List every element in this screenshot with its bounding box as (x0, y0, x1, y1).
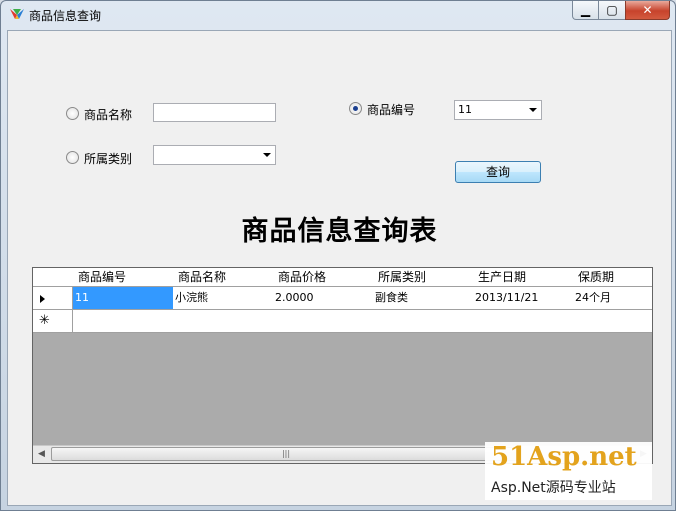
column-header[interactable]: 所属类别 (373, 268, 474, 287)
radio-category-label: 所属类别 (84, 152, 133, 166)
close-icon: ✕ (642, 3, 653, 17)
window-title: 商品信息查询 (29, 9, 102, 23)
minimize-button[interactable]: ▁ (572, 1, 599, 20)
scrollbar-thumb[interactable]: ||| (51, 447, 521, 461)
app-window: 商品信息查询 ▁ ▢ ✕ 商品名称 所属类别 商品编号 11 查询 商品信息查询… (0, 0, 676, 511)
new-row-icon: ✳ (39, 313, 50, 328)
app-icon (10, 9, 24, 19)
data-grid[interactable]: 商品编号 商品名称 商品价格 所属类别 生产日期 保质期 11 小浣熊 2.00… (32, 267, 653, 464)
query-button[interactable]: 查询 (455, 161, 541, 183)
column-header[interactable]: 商品价格 (273, 268, 374, 287)
table-cell[interactable]: 11 (73, 287, 174, 310)
column-header[interactable]: 商品编号 (73, 268, 174, 287)
maximize-icon: ▢ (606, 3, 618, 17)
new-row-header[interactable]: ✳ (33, 310, 73, 333)
radio-category[interactable] (66, 151, 79, 164)
new-row-cell[interactable] (73, 310, 174, 333)
table-cell[interactable]: 小浣熊 (173, 287, 274, 310)
table-cell[interactable]: 副食类 (373, 287, 474, 310)
row-header[interactable] (33, 287, 73, 310)
category-select[interactable] (153, 145, 276, 165)
table-cell[interactable]: 2013/11/21 (473, 287, 574, 310)
new-row-cell[interactable] (273, 310, 374, 333)
new-row-cell[interactable] (173, 310, 274, 333)
chevron-down-icon (529, 108, 537, 112)
table-cell[interactable]: 24个月 (573, 287, 652, 310)
watermark-brand: 51Asp.net (491, 442, 637, 472)
page-heading: 商品信息查询表 (241, 216, 438, 247)
new-row-cell[interactable] (373, 310, 474, 333)
radio-product-code-label: 商品编号 (367, 103, 416, 117)
chevron-down-icon (263, 153, 271, 157)
maximize-button[interactable]: ▢ (598, 1, 626, 20)
radio-product-code[interactable] (349, 102, 362, 115)
client-area: 商品名称 所属类别 商品编号 11 查询 商品信息查询表 商品编号 商品名称 商… (7, 30, 672, 506)
title-bar[interactable]: 商品信息查询 ▁ ▢ ✕ (1, 1, 675, 27)
watermark-tagline: Asp.Net源码专业站 (491, 480, 616, 496)
radio-product-name-label: 商品名称 (84, 108, 133, 122)
column-header[interactable]: 保质期 (573, 268, 652, 287)
new-row-cell[interactable] (573, 310, 652, 333)
new-row-cell[interactable] (473, 310, 574, 333)
scroll-left-icon[interactable]: ◀ (33, 446, 50, 463)
product-code-select-value: 11 (458, 103, 472, 116)
close-button[interactable]: ✕ (625, 1, 670, 20)
current-row-arrow-icon (40, 295, 45, 303)
column-header[interactable]: 商品名称 (173, 268, 274, 287)
watermark-logo: 51Asp.net Asp.Net源码专业站 (485, 442, 652, 500)
product-code-select[interactable]: 11 (454, 100, 542, 120)
product-name-input[interactable] (153, 103, 276, 122)
grid-corner-header[interactable] (33, 268, 74, 287)
minimize-icon: ▁ (580, 3, 591, 17)
table-cell[interactable]: 2.0000 (273, 287, 374, 310)
radio-product-name[interactable] (66, 107, 79, 120)
column-header[interactable]: 生产日期 (473, 268, 574, 287)
